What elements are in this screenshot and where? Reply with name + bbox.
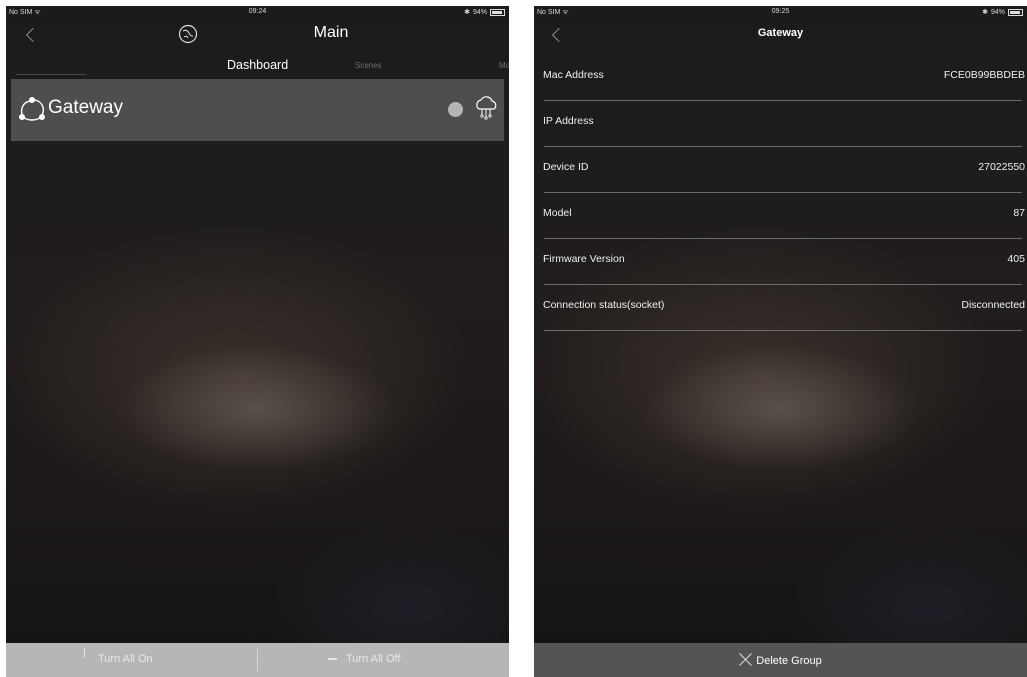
status-right: ✱ 94% (982, 8, 1023, 16)
info-list: Mac Address FCE0B99BBDEB IP Address Devi… (534, 55, 1027, 331)
status-time: 09:24 (248, 8, 267, 15)
turn-all-on-button[interactable]: Turn All On (84, 648, 153, 665)
info-row-model: Model 87 (534, 193, 1027, 239)
power-icon (84, 648, 85, 658)
close-icon (739, 653, 752, 666)
row-value: FCE0B99BBDEB (943, 69, 1025, 81)
tab-bar: Dashboard Scenes Mo (6, 58, 509, 80)
battery-icon (490, 8, 505, 16)
gateway-title: Gateway (48, 97, 123, 118)
status-time: 09:25 (771, 8, 790, 15)
row-label: Firmware Version (543, 253, 625, 265)
row-label: Device ID (543, 161, 589, 173)
bluetooth-icon: ✱ (464, 9, 470, 16)
main-screen: No SIM ᯤ 09:24 ✱ 94% Main Dashboard Scen… (6, 6, 509, 677)
row-label: Mac Address (543, 69, 604, 81)
status-right: ✱ 94% (464, 8, 505, 16)
bottom-action-bar: Turn All On Turn All Off (6, 643, 509, 677)
tab-more[interactable]: Mo (499, 61, 509, 70)
info-row-firmware-version: Firmware Version 405 (534, 239, 1027, 285)
tab-underline (16, 74, 86, 75)
turn-all-on-label: Turn All On (98, 653, 153, 665)
status-dot[interactable] (448, 102, 463, 117)
battery-icon (1008, 8, 1023, 16)
info-row-device-id: Device ID 27022550 (534, 147, 1027, 193)
row-value: Disconnected (961, 299, 1025, 311)
delete-group-label: Delete Group (756, 655, 822, 667)
battery-percent: 94% (990, 8, 1005, 16)
tab-dashboard[interactable]: Dashboard (227, 58, 288, 72)
info-row-connection-status: Connection status(socket) Disconnected (534, 285, 1027, 331)
delete-group-content: Delete Group (534, 653, 1027, 667)
turn-all-off-button[interactable]: Turn All Off (328, 653, 401, 665)
status-bar: No SIM ᯤ 09:24 ✱ 94% (6, 6, 509, 18)
row-value: 27022550 (978, 161, 1025, 173)
network-nodes-icon (19, 97, 45, 121)
row-label: Model (543, 207, 572, 219)
status-bar: No SIM ᯤ 09:25 ✱ 94% (534, 6, 1027, 18)
row-label: IP Address (543, 115, 594, 127)
delete-group-button[interactable]: Delete Group (534, 643, 1027, 677)
gateway-card[interactable]: Gateway (11, 79, 504, 141)
turn-all-off-label: Turn All Off (346, 653, 401, 665)
row-label: Connection status(socket) (543, 299, 665, 311)
row-value: 405 (1007, 253, 1025, 265)
cloud-icon[interactable] (473, 95, 499, 121)
page-title: Gateway (757, 27, 804, 39)
gateway-detail-screen: No SIM ᯤ 09:25 ✱ 94% Gateway Mac Address… (534, 6, 1027, 677)
minus-icon (328, 658, 337, 660)
info-row-ip-address: IP Address (534, 101, 1027, 147)
bluetooth-icon: ✱ (982, 9, 988, 16)
tab-scenes[interactable]: Scenes (355, 61, 382, 70)
divider (257, 649, 258, 671)
info-row-mac-address: Mac Address FCE0B99BBDEB (534, 55, 1027, 101)
battery-percent: 94% (472, 8, 487, 16)
row-value: 87 (1013, 207, 1025, 219)
page-title: Main (313, 24, 349, 41)
back-button[interactable] (25, 27, 41, 43)
